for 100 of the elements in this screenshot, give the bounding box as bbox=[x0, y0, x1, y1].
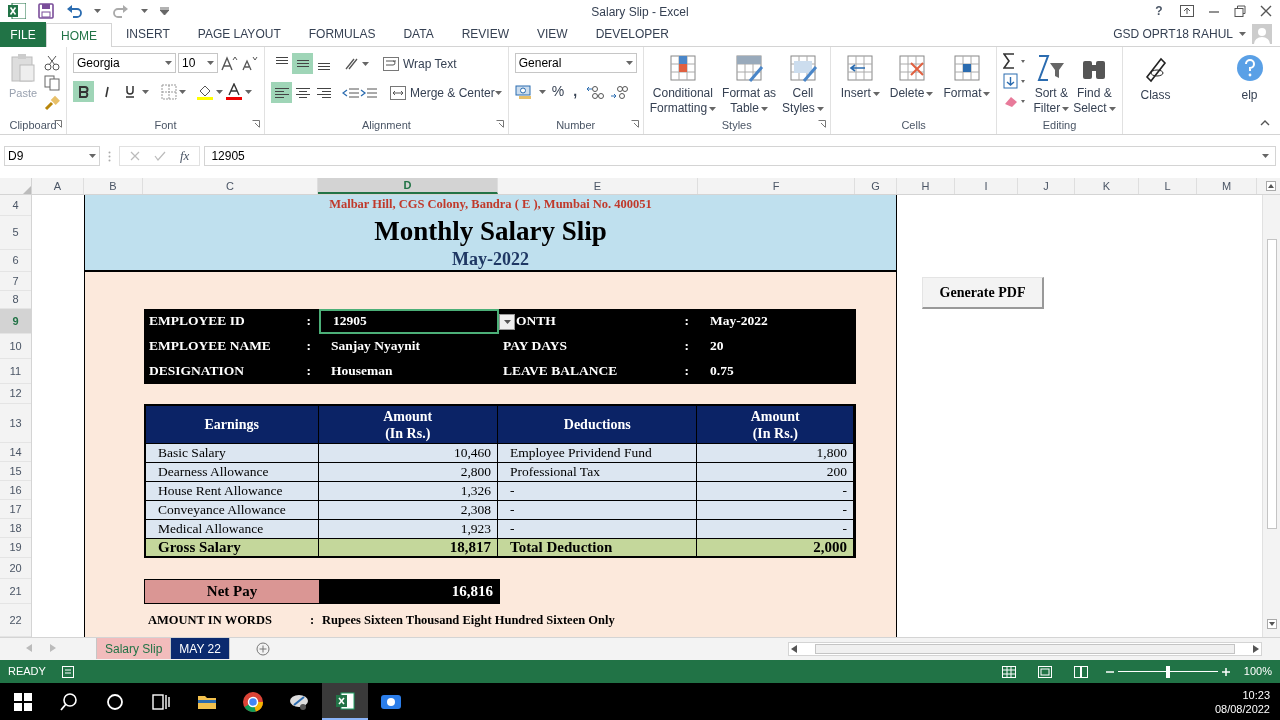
column-header[interactable]: I bbox=[955, 178, 1018, 194]
row-header[interactable]: 5 bbox=[0, 216, 31, 250]
row-header[interactable]: 9 bbox=[0, 309, 31, 334]
ribbon-tab[interactable]: DEVELOPER bbox=[581, 22, 683, 46]
value-cell[interactable]: Sanjay Nyaynit bbox=[319, 334, 499, 359]
account-button[interactable]: GSD OPRT18 RAHUL bbox=[1113, 25, 1246, 43]
row-header[interactable]: 10 bbox=[0, 334, 31, 359]
formula-field[interactable]: 12905 bbox=[204, 146, 1276, 166]
words-label: AMOUNT IN WORDS bbox=[148, 612, 273, 630]
row-header[interactable]: 19 bbox=[0, 538, 31, 558]
ribbon-tab[interactable]: INSERT bbox=[112, 22, 184, 46]
column-header[interactable]: K bbox=[1075, 178, 1139, 194]
window-title: Salary Slip - Excel bbox=[591, 4, 689, 21]
row-header[interactable]: 18 bbox=[0, 519, 31, 538]
value-cell[interactable]: 12905 bbox=[319, 309, 499, 334]
group-label: Clipboard bbox=[9, 117, 57, 133]
sheet-tab[interactable]: MAY 22 bbox=[171, 638, 230, 659]
slip-title: Monthly Salary Slip bbox=[374, 214, 607, 248]
group-label: Alignment bbox=[361, 117, 411, 133]
row-header[interactable]: 7 bbox=[0, 272, 31, 291]
row-header[interactable]: 12 bbox=[0, 384, 31, 404]
row-header[interactable]: 14 bbox=[0, 443, 31, 462]
row-header[interactable]: 4 bbox=[0, 195, 31, 216]
column-header[interactable]: M bbox=[1197, 178, 1257, 194]
field-separator: : bbox=[684, 312, 689, 331]
ribbon-tab[interactable]: VIEW bbox=[523, 22, 582, 46]
total-cell: 2,000 bbox=[697, 539, 854, 556]
ribbon-button[interactable]: Insert bbox=[840, 53, 880, 101]
field-value: May-2022 bbox=[709, 312, 769, 331]
ribbon-button[interactable]: Format as Table bbox=[722, 53, 777, 116]
ribbon-button[interactable]: elp bbox=[1234, 53, 1265, 104]
field-separator: : bbox=[310, 612, 316, 630]
field-separator: : bbox=[306, 337, 311, 356]
ribbon-tab[interactable]: REVIEW bbox=[447, 22, 523, 46]
group-label: Styles bbox=[721, 117, 752, 133]
ribbon-button[interactable]: Find & Select bbox=[1073, 53, 1116, 116]
column-header[interactable]: J bbox=[1018, 178, 1075, 194]
field-label: DESIGNATION bbox=[149, 362, 245, 381]
name-box[interactable]: D9 bbox=[4, 146, 100, 166]
column-header[interactable]: E bbox=[498, 178, 698, 194]
total-cell: Gross Salary bbox=[146, 539, 319, 556]
field-value: 20 bbox=[709, 337, 725, 356]
column-header[interactable]: H bbox=[897, 178, 955, 194]
sheet-tab[interactable]: Salary Slip bbox=[96, 638, 172, 659]
column-header[interactable]: L bbox=[1139, 178, 1197, 194]
company-address: Malbar Hill, CGS Colony, Bandra ( E ), Mumbai No. 400051 bbox=[329, 196, 652, 214]
column-header[interactable]: A bbox=[32, 178, 84, 194]
row-header[interactable]: 15 bbox=[0, 462, 31, 481]
ribbon-button[interactable]: Cell Styles bbox=[782, 53, 824, 116]
row-header[interactable]: 6 bbox=[0, 250, 31, 272]
file-tab[interactable]: FILE bbox=[0, 22, 46, 47]
row-header[interactable]: 21 bbox=[0, 579, 31, 604]
ribbon-tab[interactable]: PAGE LAYOUT bbox=[183, 22, 295, 46]
percent-button[interactable]: % bbox=[551, 81, 565, 102]
number-format-field[interactable]: General bbox=[514, 53, 637, 73]
ribbon-button[interactable]: Class bbox=[1140, 53, 1171, 104]
group-label: Number bbox=[556, 117, 596, 133]
field-label: ONTH bbox=[516, 312, 556, 331]
ribbon-tab[interactable]: HOME bbox=[46, 23, 112, 47]
field-label: EMPLOYEE ID bbox=[149, 312, 245, 331]
field-separator: : bbox=[684, 362, 689, 381]
row-header[interactable]: 17 bbox=[0, 500, 31, 519]
ribbon-button[interactable]: Format bbox=[943, 53, 991, 101]
zoom-reading[interactable]: 100% bbox=[1243, 663, 1272, 680]
row-header[interactable]: 13 bbox=[0, 404, 31, 443]
group-label: Font bbox=[154, 117, 177, 133]
field-value: 0.75 bbox=[709, 362, 735, 381]
comma-button[interactable]: , bbox=[570, 81, 581, 102]
status-text: READY bbox=[8, 664, 46, 680]
font-name-field[interactable]: Georgia bbox=[73, 53, 176, 73]
generate-pdf-button[interactable]: Generate PDF bbox=[922, 277, 1044, 309]
ribbon-tab[interactable]: DATA bbox=[389, 22, 448, 46]
row-header[interactable]: 16 bbox=[0, 481, 31, 500]
help-button[interactable]: ? bbox=[1152, 2, 1166, 20]
slip-period: May-2022 bbox=[452, 247, 529, 271]
row-header[interactable]: 11 bbox=[0, 359, 31, 384]
clock-date[interactable]: 08/08/2022 bbox=[1214, 701, 1270, 716]
clock-time[interactable]: 10:23 bbox=[1242, 687, 1270, 702]
ribbon-tab[interactable]: FORMULAS bbox=[294, 22, 390, 46]
column-header[interactable]: F bbox=[698, 178, 855, 194]
font-size-field[interactable]: 10 bbox=[178, 53, 218, 73]
column-header[interactable]: G bbox=[855, 178, 897, 194]
function-label[interactable]: fx bbox=[180, 146, 190, 166]
value-cell[interactable]: Houseman bbox=[319, 359, 499, 384]
net-pay-label: Net Pay bbox=[145, 580, 319, 603]
ribbon-button[interactable]: Conditional Formatting bbox=[649, 53, 717, 116]
field-label: LEAVE BALANCE bbox=[503, 362, 618, 381]
row-header[interactable]: 20 bbox=[0, 558, 31, 579]
column-header[interactable]: B bbox=[84, 178, 143, 194]
field-label: EMPLOYEE NAME bbox=[149, 337, 271, 356]
wrap-text-button[interactable]: Wrap Text bbox=[383, 54, 457, 73]
field-separator: : bbox=[684, 337, 689, 356]
paste-label: Paste bbox=[8, 86, 38, 101]
net-pay-value: 16,816 bbox=[319, 580, 499, 603]
ribbon-button[interactable]: Sort & Filter bbox=[1033, 53, 1070, 116]
group-label: Cells bbox=[901, 117, 926, 133]
field-separator: : bbox=[306, 362, 311, 381]
column-header[interactable]: D bbox=[318, 178, 498, 194]
ribbon-button[interactable]: Delete bbox=[889, 53, 934, 101]
merge-center-button[interactable]: Merge & Center bbox=[390, 83, 495, 102]
